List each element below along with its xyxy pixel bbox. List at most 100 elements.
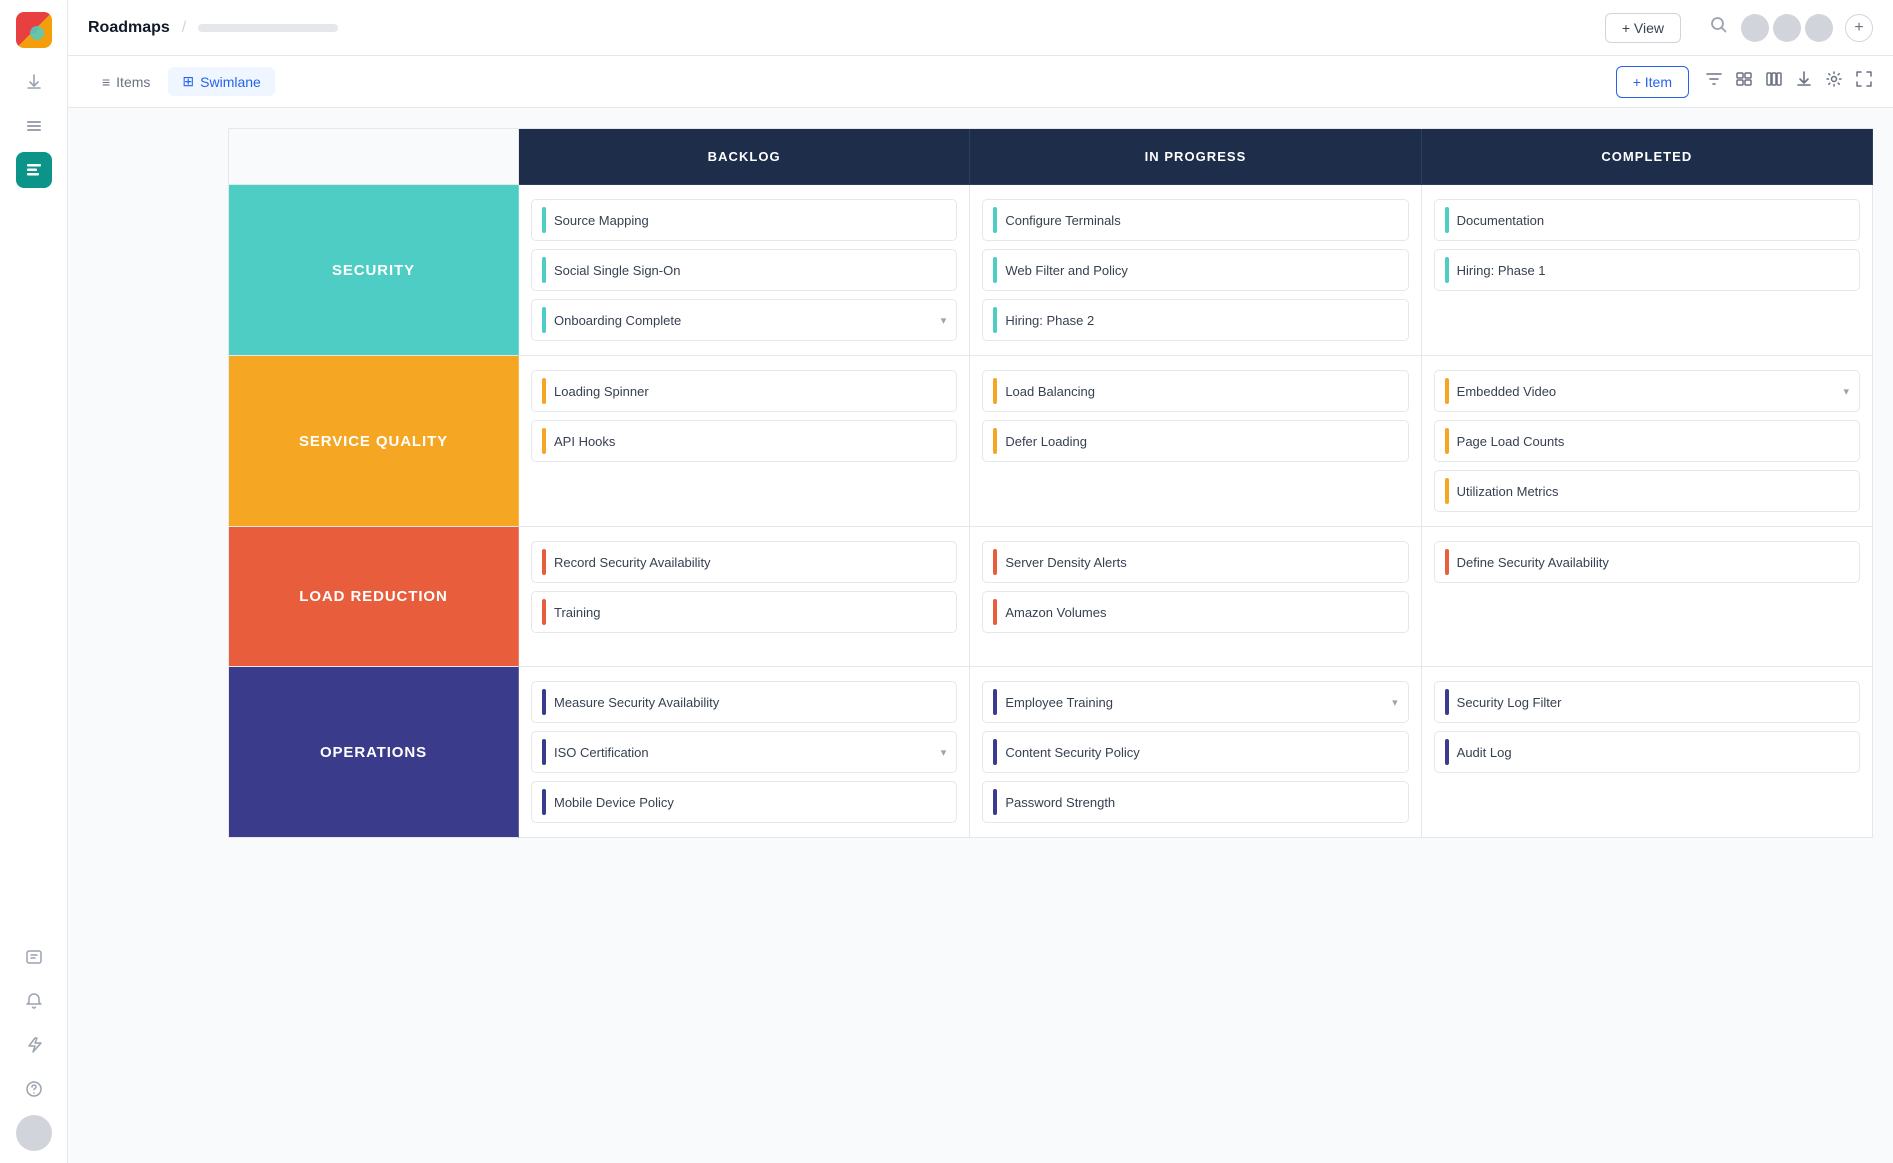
swimlane-tab-icon: ⊞ xyxy=(182,73,194,90)
card-dot xyxy=(993,789,997,815)
fullscreen-icon[interactable] xyxy=(1855,70,1873,93)
add-item-button[interactable]: + Item xyxy=(1616,66,1689,98)
card-text: Hiring: Phase 2 xyxy=(1005,313,1397,328)
card-dot xyxy=(1445,549,1449,575)
card-item[interactable]: Security Log Filter xyxy=(1434,681,1860,723)
view-button[interactable]: + View xyxy=(1605,13,1681,43)
search-icon[interactable] xyxy=(1709,15,1729,40)
card-text: API Hooks xyxy=(554,434,946,449)
filter-icon[interactable] xyxy=(1705,70,1723,93)
group-icon[interactable] xyxy=(1735,70,1753,93)
card-text: Record Security Availability xyxy=(554,555,946,570)
card-text: Embedded Video xyxy=(1457,384,1836,399)
card-dot xyxy=(542,689,546,715)
card-item[interactable]: Employee Training▾ xyxy=(982,681,1408,723)
sidebar xyxy=(0,0,68,1163)
user-avatar[interactable] xyxy=(16,1115,52,1151)
card-dot xyxy=(993,549,997,575)
card-dot xyxy=(542,739,546,765)
sidebar-icon-contact[interactable] xyxy=(16,939,52,975)
cell-security-backlog: Source Mapping Social Single Sign-On Onboa… xyxy=(519,185,970,356)
add-collaborator-button[interactable]: + xyxy=(1845,14,1873,42)
card-item[interactable]: Documentation xyxy=(1434,199,1860,241)
card-item[interactable]: Web Filter and Policy xyxy=(982,249,1408,291)
card-item[interactable]: Defer Loading xyxy=(982,420,1408,462)
main-area: Roadmaps / + View + ≡ Items ⊞ Swimlane +… xyxy=(68,0,1893,1163)
settings-icon[interactable] xyxy=(1825,70,1843,93)
card-item[interactable]: ISO Certification ▾ xyxy=(531,731,957,773)
cell-operations-backlog: Measure Security Availability ISO Certifi… xyxy=(519,667,970,838)
card-item[interactable]: Record Security Availability xyxy=(531,541,957,583)
card-item[interactable]: Amazon Volumes xyxy=(982,591,1408,633)
sidebar-icon-list[interactable] xyxy=(16,108,52,144)
card-item[interactable]: Social Single Sign-On xyxy=(531,249,957,291)
cell-load-reduction-completed: Define Security Availability xyxy=(1422,527,1873,667)
swimlane-label-security: SECURITY xyxy=(229,185,519,356)
card-chevron-icon: ▾ xyxy=(941,746,947,759)
swimlane-title-security: SECURITY xyxy=(332,262,415,279)
card-text: Audit Log xyxy=(1457,745,1849,760)
card-item[interactable]: Training xyxy=(531,591,957,633)
cell-security-in_progress: Configure Terminals Web Filter and Policy… xyxy=(970,185,1421,356)
card-item[interactable]: Load Balancing xyxy=(982,370,1408,412)
card-text: Define Security Availability xyxy=(1457,555,1849,570)
card-item[interactable]: Page Load Counts xyxy=(1434,420,1860,462)
card-item[interactable]: Loading Spinner xyxy=(531,370,957,412)
card-item[interactable]: API Hooks xyxy=(531,420,957,462)
card-chevron-icon: ▾ xyxy=(1843,385,1849,398)
card-text: Defer Loading xyxy=(1005,434,1397,449)
sidebar-icon-download[interactable] xyxy=(16,64,52,100)
card-text: Load Balancing xyxy=(1005,384,1397,399)
sidebar-icon-lightning[interactable] xyxy=(16,1027,52,1063)
card-text: Amazon Volumes xyxy=(1005,605,1397,620)
card-item[interactable]: Utilization Metrics xyxy=(1434,470,1860,512)
sidebar-icon-roadmap[interactable] xyxy=(16,152,52,188)
card-dot xyxy=(993,428,997,454)
breadcrumb-separator: / xyxy=(182,19,186,37)
tab-items[interactable]: ≡ Items xyxy=(88,68,164,96)
card-item[interactable]: Onboarding Complete▾ xyxy=(531,299,957,341)
board-container: BACKLOG IN PROGRESS COMPLETED SECURITYSo… xyxy=(68,108,1893,1163)
card-text: Mobile Device Policy xyxy=(554,795,946,810)
tab-swimlane[interactable]: ⊞ Swimlane xyxy=(168,67,274,96)
card-text: ISO Certification xyxy=(554,745,933,760)
columns-icon[interactable] xyxy=(1765,70,1783,93)
card-text: Utilization Metrics xyxy=(1457,484,1849,499)
card-text: Security Log Filter xyxy=(1457,695,1849,710)
card-item[interactable]: Mobile Device Policy xyxy=(531,781,957,823)
card-item[interactable]: Define Security Availability xyxy=(1434,541,1860,583)
card-text: Hiring: Phase 1 xyxy=(1457,263,1849,278)
card-dot xyxy=(993,307,997,333)
swimlane-title-operations: OPERATIONS xyxy=(320,744,427,761)
card-item[interactable]: Hiring: Phase 2 xyxy=(982,299,1408,341)
app-logo[interactable] xyxy=(16,12,52,48)
card-text: Content Security Policy xyxy=(1005,745,1397,760)
collaborator-avatar-2 xyxy=(1773,14,1801,42)
card-item[interactable]: Server Density Alerts xyxy=(982,541,1408,583)
card-item[interactable]: Audit Log xyxy=(1434,731,1860,773)
card-text: Documentation xyxy=(1457,213,1849,228)
card-dot xyxy=(1445,478,1449,504)
card-item[interactable]: Measure Security Availability xyxy=(531,681,957,723)
card-item[interactable]: Content Security Policy xyxy=(982,731,1408,773)
card-item[interactable]: Source Mapping xyxy=(531,199,957,241)
card-text: Source Mapping xyxy=(554,213,946,228)
header: Roadmaps / + View + xyxy=(68,0,1893,56)
card-item[interactable]: Password Strength xyxy=(982,781,1408,823)
card-item[interactable]: Hiring: Phase 1 xyxy=(1434,249,1860,291)
toolbar-actions xyxy=(1705,70,1873,93)
card-dot xyxy=(993,207,997,233)
cell-service-quality-backlog: Loading Spinner API Hooks xyxy=(519,356,970,527)
sidebar-icon-bell[interactable] xyxy=(16,983,52,1019)
sidebar-icon-help[interactable] xyxy=(16,1071,52,1107)
card-dot xyxy=(1445,428,1449,454)
export-icon[interactable] xyxy=(1795,70,1813,93)
card-item[interactable]: Embedded Video ▾ xyxy=(1434,370,1860,412)
card-text: Training xyxy=(554,605,946,620)
card-item[interactable]: Configure Terminals xyxy=(982,199,1408,241)
card-dot xyxy=(1445,689,1449,715)
card-dot xyxy=(993,599,997,625)
card-dot xyxy=(542,789,546,815)
card-text: Configure Terminals xyxy=(1005,213,1397,228)
card-dot xyxy=(542,549,546,575)
